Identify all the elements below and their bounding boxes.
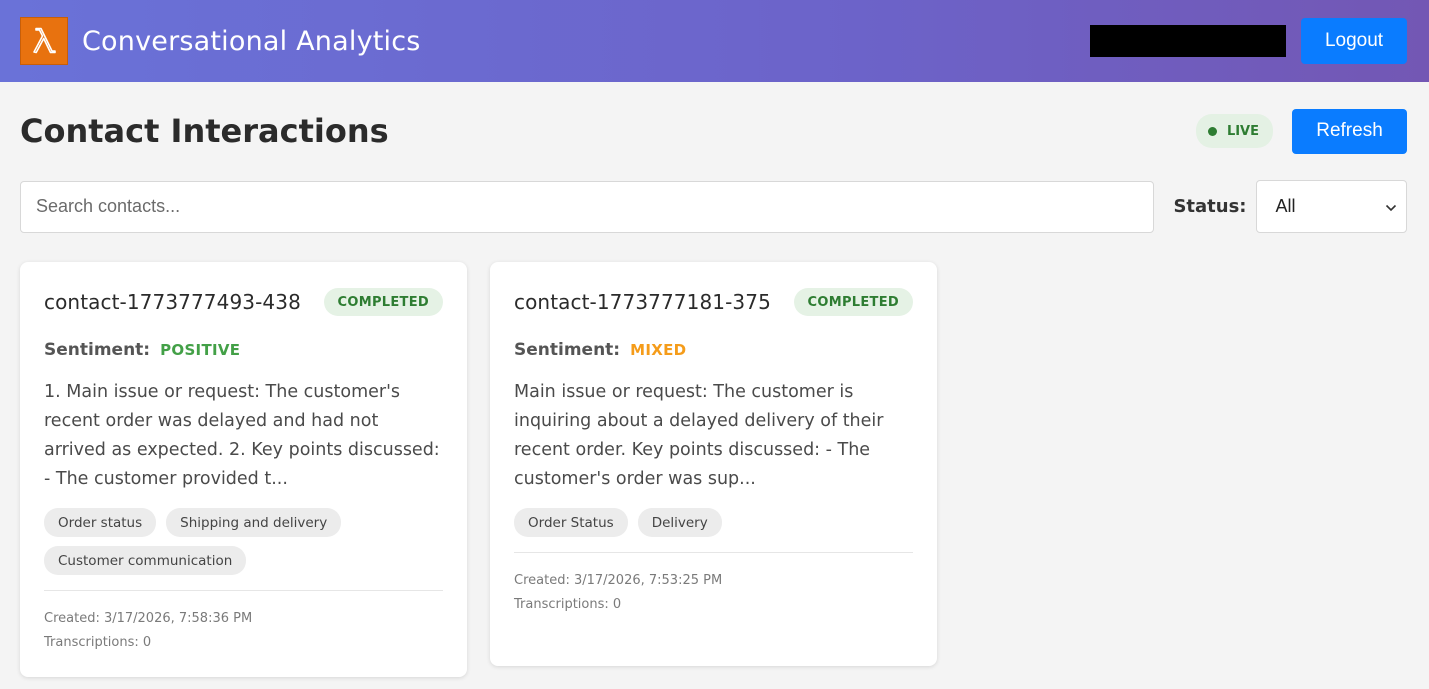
card-header: contact-1773777181-375 COMPLETED [514,288,913,316]
transcription-count: Transcriptions: 0 [514,597,622,612]
transcription-count: Transcriptions: 0 [44,635,152,650]
topic-tag: Delivery [637,508,722,537]
sentiment-value: POSITIVE [160,341,241,359]
created-timestamp: Created: 3/17/2026, 7:58:36 PM [44,611,253,626]
status-badge: COMPLETED [793,288,913,316]
topic-tag: Order status [44,508,157,537]
sentiment-label: Sentiment: [514,340,621,360]
status-badge: COMPLETED [323,288,443,316]
topic-tag: Shipping and delivery [166,508,342,537]
redacted-user-info [1090,25,1286,57]
contact-card[interactable]: contact-1773777493-438 COMPLETED Sentime… [20,262,467,677]
topic-tags: Order Status Delivery [514,508,913,546]
card-divider [44,590,443,591]
refresh-button[interactable]: Refresh [1292,108,1407,154]
app-header: Conversational Analytics Logout [0,0,1429,82]
title-row: Contact Interactions LIVE Refresh [20,106,1407,156]
topic-tag: Order Status [514,508,628,537]
status-filter-label: Status: [1173,196,1247,217]
contact-cards: contact-1773777493-438 COMPLETED Sentime… [20,262,1407,677]
topic-tags: Order status Shipping and delivery Custo… [44,508,443,584]
card-meta: Created: 3/17/2026, 7:58:36 PM Transcrip… [44,607,443,655]
contact-summary: 1. Main issue or request: The customer's… [44,382,440,489]
created-timestamp: Created: 3/17/2026, 7:53:25 PM [514,573,723,588]
contact-id: contact-1773777493-438 [44,290,301,314]
status-select-value: All [1275,196,1296,216]
title-actions: LIVE Refresh [1195,108,1407,154]
card-divider [514,552,913,553]
search-input[interactable] [20,180,1155,233]
live-label: LIVE [1226,123,1259,139]
sentiment-row: Sentiment: POSITIVE [44,340,443,360]
header-actions: Logout [1090,18,1407,64]
filter-row: Status: All [20,180,1407,233]
live-dot-icon [1207,126,1217,136]
contact-summary: Main issue or request: The customer is i… [514,382,884,489]
contact-card[interactable]: contact-1773777181-375 COMPLETED Sentime… [490,262,937,666]
sentiment-label: Sentiment: [44,340,151,360]
topic-tag: Customer communication [44,546,247,575]
lambda-icon [20,17,68,65]
app-title: Conversational Analytics [82,25,421,57]
chevron-down-icon [1385,196,1397,217]
card-header: contact-1773777493-438 COMPLETED [44,288,443,316]
logout-button[interactable]: Logout [1301,18,1407,64]
sentiment-value: MIXED [630,341,687,359]
status-select[interactable]: All [1255,180,1407,233]
main-content: Contact Interactions LIVE Refresh Status… [0,82,1429,677]
page-title: Contact Interactions [20,112,389,150]
card-meta: Created: 3/17/2026, 7:53:25 PM Transcrip… [514,569,913,617]
contact-id: contact-1773777181-375 [514,290,771,314]
live-badge: LIVE [1195,114,1273,148]
brand: Conversational Analytics [20,17,421,65]
sentiment-row: Sentiment: MIXED [514,340,913,360]
